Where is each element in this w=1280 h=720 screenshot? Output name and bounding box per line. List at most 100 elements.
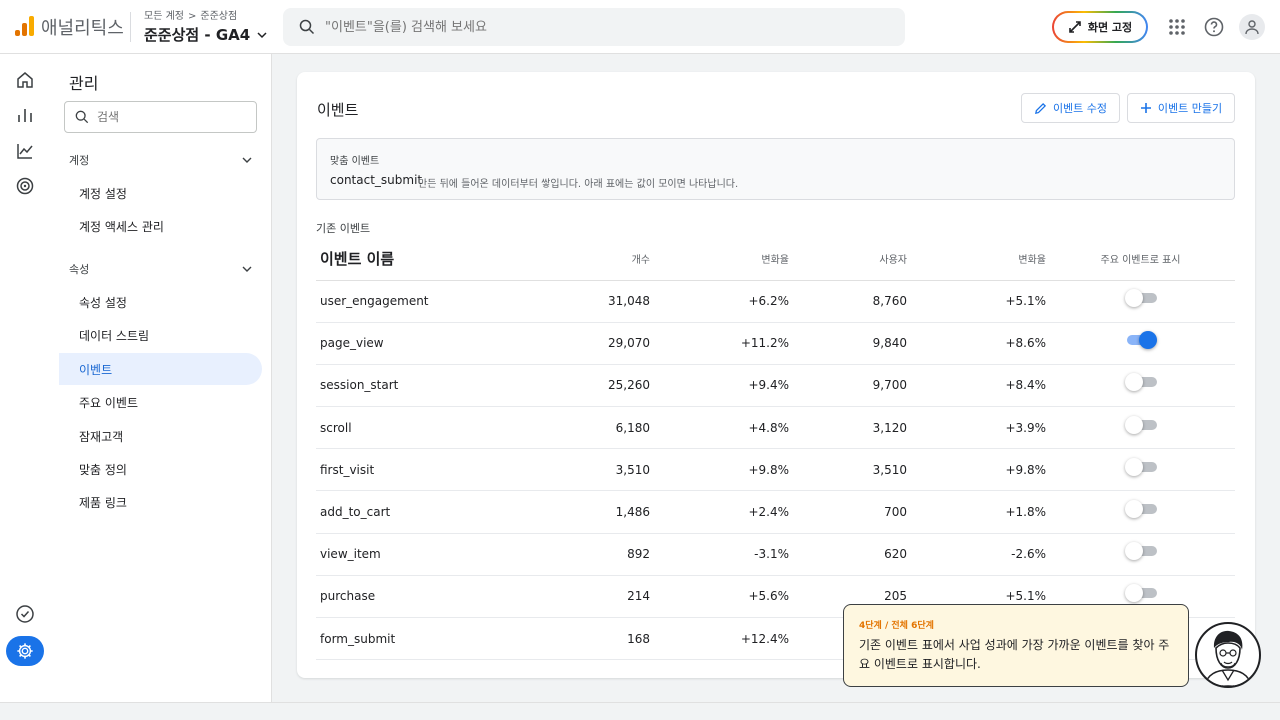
sidebar-item-property-settings[interactable]: 속성 설정 [59, 286, 262, 318]
col-mark-key-event: 주요 이벤트로 표시 [1046, 238, 1235, 281]
reports-bar-chart-icon[interactable] [14, 104, 36, 126]
toggle-knob [1124, 500, 1143, 519]
pin-screen-button[interactable]: 화면 고정 [1052, 11, 1148, 43]
users-change-cell: +8.4% [907, 364, 1046, 408]
count-change-cell: +12.4% [650, 617, 789, 661]
toggle-knob [1124, 289, 1143, 308]
admin-search-input[interactable] [97, 102, 247, 132]
section-account[interactable]: 계정 [69, 150, 253, 170]
base-events-label: 기존 이벤트 [316, 222, 371, 235]
key-event-toggle[interactable] [1124, 289, 1157, 308]
table-row[interactable]: add_to_cart 1,486 +2.4% 700 +1.8% [316, 490, 1235, 534]
col-count[interactable]: 개수 [516, 238, 650, 281]
custom-event-name[interactable]: contact_submit [330, 173, 422, 187]
guide-person-icon [1204, 630, 1252, 686]
key-event-toggle[interactable] [1124, 373, 1157, 392]
breadcrumb-account[interactable]: 모든 계정 [144, 11, 184, 22]
sidebar-item-key-events[interactable]: 주요 이벤트 [59, 386, 262, 418]
sidebar-item-data-streams[interactable]: 데이터 스트림 [59, 319, 262, 351]
sidebar-item-account-settings[interactable]: 계정 설정 [59, 177, 262, 209]
col-users[interactable]: 사용자 [789, 238, 907, 281]
users-cell: 9,840 [789, 322, 907, 365]
admin-gear-button[interactable] [6, 636, 44, 666]
table-row[interactable]: scroll 6,180 +4.8% 3,120 +3.9% [316, 406, 1235, 450]
count-change-cell: +6.2% [650, 280, 789, 323]
global-search-input[interactable] [325, 8, 885, 46]
search-icon [75, 110, 89, 124]
advertising-target-icon[interactable] [14, 175, 36, 197]
edit-event-button[interactable]: 이벤트 수정 [1021, 93, 1120, 123]
edit-event-label: 이벤트 수정 [1052, 102, 1108, 115]
sidebar-item-audiences[interactable]: 잠재고객 [59, 420, 262, 452]
property-selector[interactable]: 준준상점 - GA4 [144, 24, 268, 45]
app-name[interactable]: 애널리틱스 [41, 14, 124, 40]
event-name-cell[interactable]: purchase [316, 575, 516, 619]
event-name-cell[interactable]: first_visit [316, 448, 516, 492]
key-event-cell [1046, 490, 1235, 534]
section-property[interactable]: 속성 [69, 259, 253, 279]
chevron-down-icon [242, 157, 252, 163]
key-event-toggle[interactable] [1124, 457, 1157, 476]
users-cell: 620 [789, 533, 907, 576]
analytics-logo-icon[interactable] [15, 16, 35, 36]
event-name-cell[interactable]: user_engagement [316, 280, 516, 323]
sidebar-item-custom-definitions[interactable]: 맞춤 정의 [59, 453, 262, 485]
users-cell: 700 [789, 490, 907, 534]
sidebar-item-account-access[interactable]: 계정 액세스 관리 [59, 210, 262, 242]
explore-line-chart-icon[interactable] [14, 140, 36, 162]
help-icon[interactable] [1202, 15, 1226, 39]
check-circle-icon[interactable] [14, 603, 36, 625]
breadcrumb-property[interactable]: 준준상점 [200, 11, 237, 22]
table-row[interactable]: view_item 892 -3.1% 620 -2.6% [316, 533, 1235, 576]
key-event-toggle[interactable] [1124, 542, 1157, 561]
home-icon[interactable] [14, 69, 36, 91]
breadcrumb[interactable]: 모든 계정 > 준준상점 [144, 7, 237, 22]
key-event-toggle[interactable] [1124, 500, 1157, 519]
top-header: 애널리틱스 모든 계정>준준상점 준준상점 - GA4 화면 고정 [0, 0, 1280, 54]
event-name-cell[interactable]: scroll [316, 406, 516, 450]
table-row[interactable]: first_visit 3,510 +9.8% 3,510 +9.8% [316, 448, 1235, 492]
section-account-label: 계정 [69, 154, 90, 167]
count-cell: 29,070 [516, 322, 650, 365]
event-name-cell[interactable]: session_start [316, 364, 516, 408]
account-avatar[interactable] [1239, 14, 1265, 40]
users-cell: 9,700 [789, 364, 907, 408]
chevron-down-icon [242, 266, 252, 272]
event-name-cell[interactable]: view_item [316, 533, 516, 576]
tooltip-step: 4단계 / 전체 6단계 [859, 621, 934, 631]
count-cell: 214 [516, 575, 650, 619]
toggle-knob [1124, 542, 1143, 561]
col-event-name[interactable]: 이벤트 이름 [316, 238, 516, 281]
expand-icon [1069, 21, 1081, 33]
key-event-toggle[interactable] [1125, 331, 1157, 350]
sidebar-item-label: 계정 액세스 관리 [79, 219, 164, 234]
key-event-cell [1046, 322, 1235, 365]
key-event-toggle[interactable] [1124, 415, 1157, 434]
key-event-cell [1046, 280, 1235, 323]
event-name-cell[interactable]: add_to_cart [316, 490, 516, 534]
key-event-toggle[interactable] [1124, 584, 1157, 603]
event-name-cell[interactable]: form_submit [316, 617, 516, 661]
pin-screen-label: 화면 고정 [1087, 21, 1133, 34]
sidebar-item-product-links[interactable]: 제품 링크 [59, 486, 262, 518]
admin-search[interactable] [64, 101, 257, 133]
breadcrumb-separator: > [187, 11, 197, 22]
event-name-cell[interactable]: page_view [316, 322, 516, 365]
count-change-cell: +2.4% [650, 490, 789, 534]
table-row[interactable]: session_start 25,260 +9.4% 9,700 +8.4% [316, 364, 1235, 408]
guide-character-avatar[interactable] [1195, 622, 1261, 688]
sidebar-item-events[interactable]: 이벤트 [59, 353, 262, 385]
table-row[interactable]: page_view 29,070 +11.2% 9,840 +8.6% [316, 322, 1235, 365]
col-users-change[interactable]: 변화율 [907, 238, 1046, 281]
table-row[interactable]: user_engagement 31,048 +6.2% 8,760 +5.1% [316, 280, 1235, 323]
create-event-button[interactable]: 이벤트 만들기 [1127, 93, 1235, 123]
bottom-strip [0, 702, 1280, 720]
apps-grid-icon[interactable] [1165, 15, 1189, 39]
sidebar-item-label: 데이터 스트림 [79, 328, 150, 343]
users-cell: 3,120 [789, 406, 907, 450]
toggle-knob [1124, 457, 1143, 476]
col-count-change[interactable]: 변화율 [650, 238, 789, 281]
users-change-cell: +1.8% [907, 490, 1046, 534]
sidebar-item-label: 속성 설정 [79, 295, 127, 310]
global-search[interactable] [283, 8, 905, 46]
